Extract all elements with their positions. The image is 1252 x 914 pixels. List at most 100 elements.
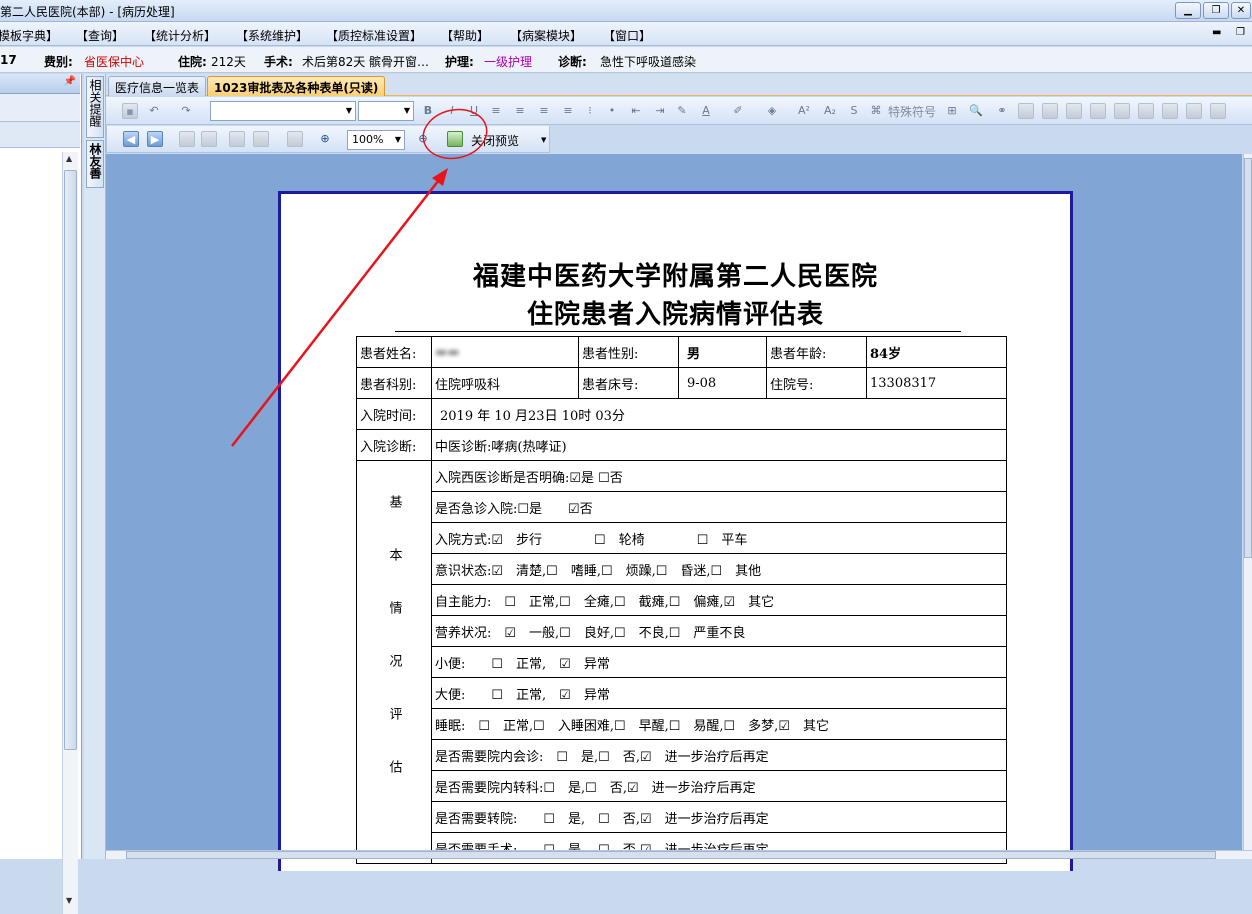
- zoom-value: 100%: [352, 133, 384, 146]
- undo-icon[interactable]: ↶: [146, 103, 162, 119]
- table-icon[interactable]: [1018, 103, 1034, 119]
- patient-info-bar: 17 费别: 省医保中心 住院: 212天 手术: 术后第82天 髌骨开窗… 护…: [0, 47, 1252, 73]
- table-insert-icon[interactable]: [1042, 103, 1058, 119]
- canvas-vertical-scrollbar[interactable]: [1243, 154, 1252, 850]
- scroll-up-icon[interactable]: ▲: [66, 154, 72, 163]
- mdi-restore-icon[interactable]: ❐: [1236, 27, 1245, 38]
- indent-decrease-icon[interactable]: ⇤: [628, 103, 644, 119]
- title-divider: [395, 331, 961, 332]
- font-size-select[interactable]: ▼: [358, 101, 414, 121]
- assessment-row: 大便: ☐ 正常, ☑ 异常: [431, 677, 1007, 709]
- font-family-select[interactable]: ▼: [210, 101, 356, 121]
- toolbar-overflow-icon[interactable]: ▼: [541, 136, 546, 144]
- superscript-icon[interactable]: A²: [796, 103, 812, 119]
- last-page-icon[interactable]: [201, 131, 217, 147]
- document-page: 福建中医药大学附属第二人民医院 住院患者入院病情评估表 患者姓名: ▬▬ 患者性…: [278, 191, 1073, 871]
- left-panel: 📌 ▲ ▼: [0, 74, 82, 914]
- assessment-row: 自主能力: ☐ 正常,☐ 全瘫,☐ 截瘫,☐ 偏瘫,☑ 其它: [431, 584, 1007, 616]
- restore-button[interactable]: ❐: [1203, 2, 1229, 19]
- header-icon[interactable]: [1162, 103, 1178, 119]
- justify-icon[interactable]: ≡: [560, 103, 576, 119]
- insert-icon[interactable]: ⊞: [944, 103, 960, 119]
- previous-page-icon[interactable]: ◀: [123, 131, 139, 147]
- align-right-icon[interactable]: ≡: [536, 103, 552, 119]
- save-icon[interactable]: ▪: [122, 103, 138, 119]
- strikethrough-icon[interactable]: S: [846, 103, 862, 119]
- special-chars-button[interactable]: 特殊符号: [888, 103, 936, 120]
- first-page-icon[interactable]: [179, 131, 195, 147]
- assessment-row: 是否需要转院: ☐ 是, ☐ 否,☑ 进一步治疗后再定: [431, 801, 1007, 833]
- mdi-minimize-icon[interactable]: ▬: [1212, 27, 1221, 38]
- zoom-in-icon[interactable]: ⊕: [317, 131, 333, 147]
- page-setup-icon[interactable]: [1138, 103, 1154, 119]
- horizontal-scroll-thumb[interactable]: [126, 851, 1216, 859]
- page-width-icon[interactable]: [287, 131, 303, 147]
- underline-icon[interactable]: U: [466, 103, 482, 119]
- assessment-row: 入院西医诊断是否明确:☑是 ☐否: [431, 460, 1007, 492]
- menu-system-maintenance[interactable]: 【系统维护】: [236, 27, 308, 44]
- left-panel-scrollbar[interactable]: ▲ ▼: [62, 152, 78, 914]
- gender-value: 男: [678, 336, 767, 368]
- bullet-list-icon[interactable]: •: [604, 103, 620, 119]
- highlight-icon[interactable]: ✐: [730, 103, 746, 119]
- assessment-row: 入院方式:☑ 步行 ☐ 轮椅 ☐ 平车: [431, 522, 1007, 554]
- merge-cells-icon[interactable]: [1210, 103, 1226, 119]
- preview-toolbar: ◀ ▶ ⊕ 100% ▼ ⊖ 关闭预览 ▼: [106, 126, 550, 153]
- scroll-down-icon[interactable]: ▼: [66, 896, 72, 905]
- bold-icon[interactable]: B: [420, 103, 436, 119]
- image-icon[interactable]: [1114, 103, 1130, 119]
- footer-icon[interactable]: [1186, 103, 1202, 119]
- numbered-list-icon[interactable]: ⁝: [582, 103, 598, 119]
- tab-related-reminders[interactable]: 相关提醒: [86, 76, 104, 138]
- department-value: 住院呼吸科: [431, 367, 579, 399]
- menu-case-module[interactable]: 【病案模块】: [510, 27, 582, 44]
- menu-template-dict[interactable]: 【模板字典】: [0, 27, 58, 44]
- menu-window[interactable]: 【窗口】: [603, 27, 651, 44]
- two-page-icon[interactable]: [229, 131, 245, 147]
- next-page-icon[interactable]: ▶: [147, 131, 163, 147]
- multi-page-icon[interactable]: [253, 131, 269, 147]
- left-panel-row[interactable]: [0, 94, 80, 122]
- tab-doctor-name[interactable]: 林友善: [86, 140, 104, 188]
- vertical-scroll-thumb[interactable]: [1244, 158, 1252, 558]
- fee-label: 费别:: [44, 55, 73, 69]
- zoom-select[interactable]: 100% ▼: [347, 130, 405, 150]
- pin-icon[interactable]: 📌: [64, 76, 76, 87]
- bed-label: 患者床号:: [578, 367, 679, 399]
- diagnosis-value: 急性下呼吸道感染: [600, 55, 697, 69]
- left-panel-row[interactable]: [0, 122, 80, 148]
- menu-qc-standards[interactable]: 【质控标准设置】: [326, 27, 422, 44]
- align-left-icon[interactable]: ≡: [488, 103, 504, 119]
- close-button[interactable]: ✕: [1231, 2, 1251, 19]
- minimize-button[interactable]: ▁: [1175, 2, 1201, 19]
- redo-icon[interactable]: ↷: [178, 103, 194, 119]
- subscript-icon[interactable]: A₂: [822, 103, 838, 119]
- table-delete-icon[interactable]: [1066, 103, 1082, 119]
- font-color-icon[interactable]: A: [698, 103, 714, 119]
- window-title: 第二人民医院(本部) - [病历处理]: [0, 5, 175, 19]
- document-tab-strip: 医疗信息一览表 1023审批表及各种表单(只读): [106, 74, 1252, 96]
- page-icon[interactable]: [1090, 103, 1106, 119]
- find-icon[interactable]: 🔍: [968, 103, 984, 119]
- print-icon[interactable]: [447, 131, 463, 147]
- fill-color-icon[interactable]: ◈: [764, 103, 780, 119]
- menu-help[interactable]: 【帮助】: [441, 27, 489, 44]
- canvas-horizontal-scrollbar[interactable]: [106, 850, 1252, 859]
- format-painter-icon[interactable]: ✎: [674, 103, 690, 119]
- assessment-row: 意识状态:☑ 清楚,☐ 嗜睡,☐ 烦躁,☐ 昏迷,☐ 其他: [431, 553, 1007, 585]
- close-preview-button[interactable]: 关闭预览: [471, 132, 519, 149]
- form-title: 住院患者入院病情评估表: [526, 300, 824, 330]
- menu-statistics[interactable]: 【统计分析】: [144, 27, 216, 44]
- tab-medical-overview[interactable]: 医疗信息一览表: [108, 76, 207, 96]
- zoom-out-icon[interactable]: ⊖: [415, 131, 431, 147]
- align-center-icon[interactable]: ≡: [512, 103, 528, 119]
- menu-query[interactable]: 【查询】: [76, 27, 124, 44]
- surgery-label: 手术:: [264, 55, 293, 69]
- bed-value: 9-08: [678, 367, 767, 399]
- scroll-thumb[interactable]: [64, 170, 77, 750]
- italic-icon[interactable]: I: [444, 103, 460, 119]
- indent-increase-icon[interactable]: ⇥: [652, 103, 668, 119]
- special-symbol-icon[interactable]: ⌘: [868, 103, 884, 119]
- tab-approval-forms[interactable]: 1023审批表及各种表单(只读): [207, 76, 386, 96]
- binoculars-icon[interactable]: ⚭: [994, 103, 1010, 119]
